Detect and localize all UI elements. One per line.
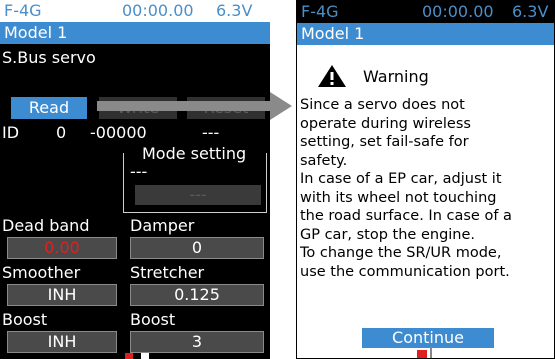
warning-line: setting, set fail-safe for xyxy=(300,134,469,150)
servo-settings-screen: F-4G 00:00.00 6.3V Model 1 S.Bus servo R… xyxy=(0,0,270,359)
continue-button[interactable]: Continue xyxy=(362,328,494,348)
smoother-value[interactable]: INH xyxy=(7,284,117,306)
warning-title: Warning xyxy=(363,67,429,86)
stretcher-label: Stretcher xyxy=(130,263,205,282)
warning-line: operate during wireless xyxy=(300,115,471,132)
model-type-label: F-4G xyxy=(4,1,42,20)
warning-line: with its wheel not touching xyxy=(300,189,497,206)
boost-label: Boost xyxy=(2,310,48,329)
voltage-display: 6.3V xyxy=(216,1,253,20)
boost-level-value[interactable]: 3 xyxy=(130,331,264,353)
stretcher-value[interactable]: 0.125 xyxy=(130,284,264,306)
flow-arrow-shaft xyxy=(97,101,275,111)
read-button[interactable]: Read xyxy=(11,97,87,119)
warning-line: GP car, stop the engine. xyxy=(300,226,476,243)
model-type-label: F-4G xyxy=(301,2,339,21)
scroll-indicator-white xyxy=(141,353,149,359)
smoother-label: Smoother xyxy=(2,263,81,282)
warning-icon xyxy=(318,65,346,87)
warning-line: the road surface. In case of a xyxy=(300,208,512,224)
id-extra: --- xyxy=(202,123,220,142)
dead-band-value[interactable]: 0.00 xyxy=(7,237,117,259)
id-value: -00000 xyxy=(90,123,147,142)
status-bar: F-4G 00:00.00 6.3V xyxy=(297,1,554,23)
voltage-display: 6.3V xyxy=(512,2,549,21)
mode-setting-label: Mode setting xyxy=(140,144,249,164)
timer-display: 00:00.00 xyxy=(122,1,194,20)
warning-line: Since a servo does not xyxy=(300,97,465,113)
timer-display: 00:00.00 xyxy=(422,2,494,21)
warning-line: use the communication port. xyxy=(300,263,510,280)
boost-level-label: Boost xyxy=(130,310,176,329)
mode-setting-button[interactable]: --- xyxy=(135,185,261,205)
mode-setting-value: --- xyxy=(130,162,148,181)
damper-value[interactable]: 0 xyxy=(130,237,264,259)
damper-label: Damper xyxy=(130,216,195,235)
screen-title: S.Bus servo xyxy=(2,48,96,67)
boost-value[interactable]: INH xyxy=(7,331,117,353)
flow-arrow-icon xyxy=(270,92,292,120)
dead-band-label: Dead band xyxy=(2,216,90,235)
model-name-bar: Model 1 xyxy=(297,23,554,45)
warning-line: In case of a EP car, adjust it xyxy=(300,171,502,187)
warning-line: safety. xyxy=(300,152,348,169)
id-channel: 0 xyxy=(56,123,67,142)
warning-line: To change the SR/UR mode, xyxy=(300,245,502,261)
warning-message: Since a servo does not operate during wi… xyxy=(300,96,552,281)
scroll-indicator-red xyxy=(125,353,133,359)
id-label: ID xyxy=(2,123,20,142)
model-name-bar: Model 1 xyxy=(0,22,270,44)
scroll-indicator-red xyxy=(417,350,427,358)
scroll-indicator-line xyxy=(430,347,432,358)
status-bar: F-4G 00:00.00 6.3V xyxy=(0,0,270,22)
